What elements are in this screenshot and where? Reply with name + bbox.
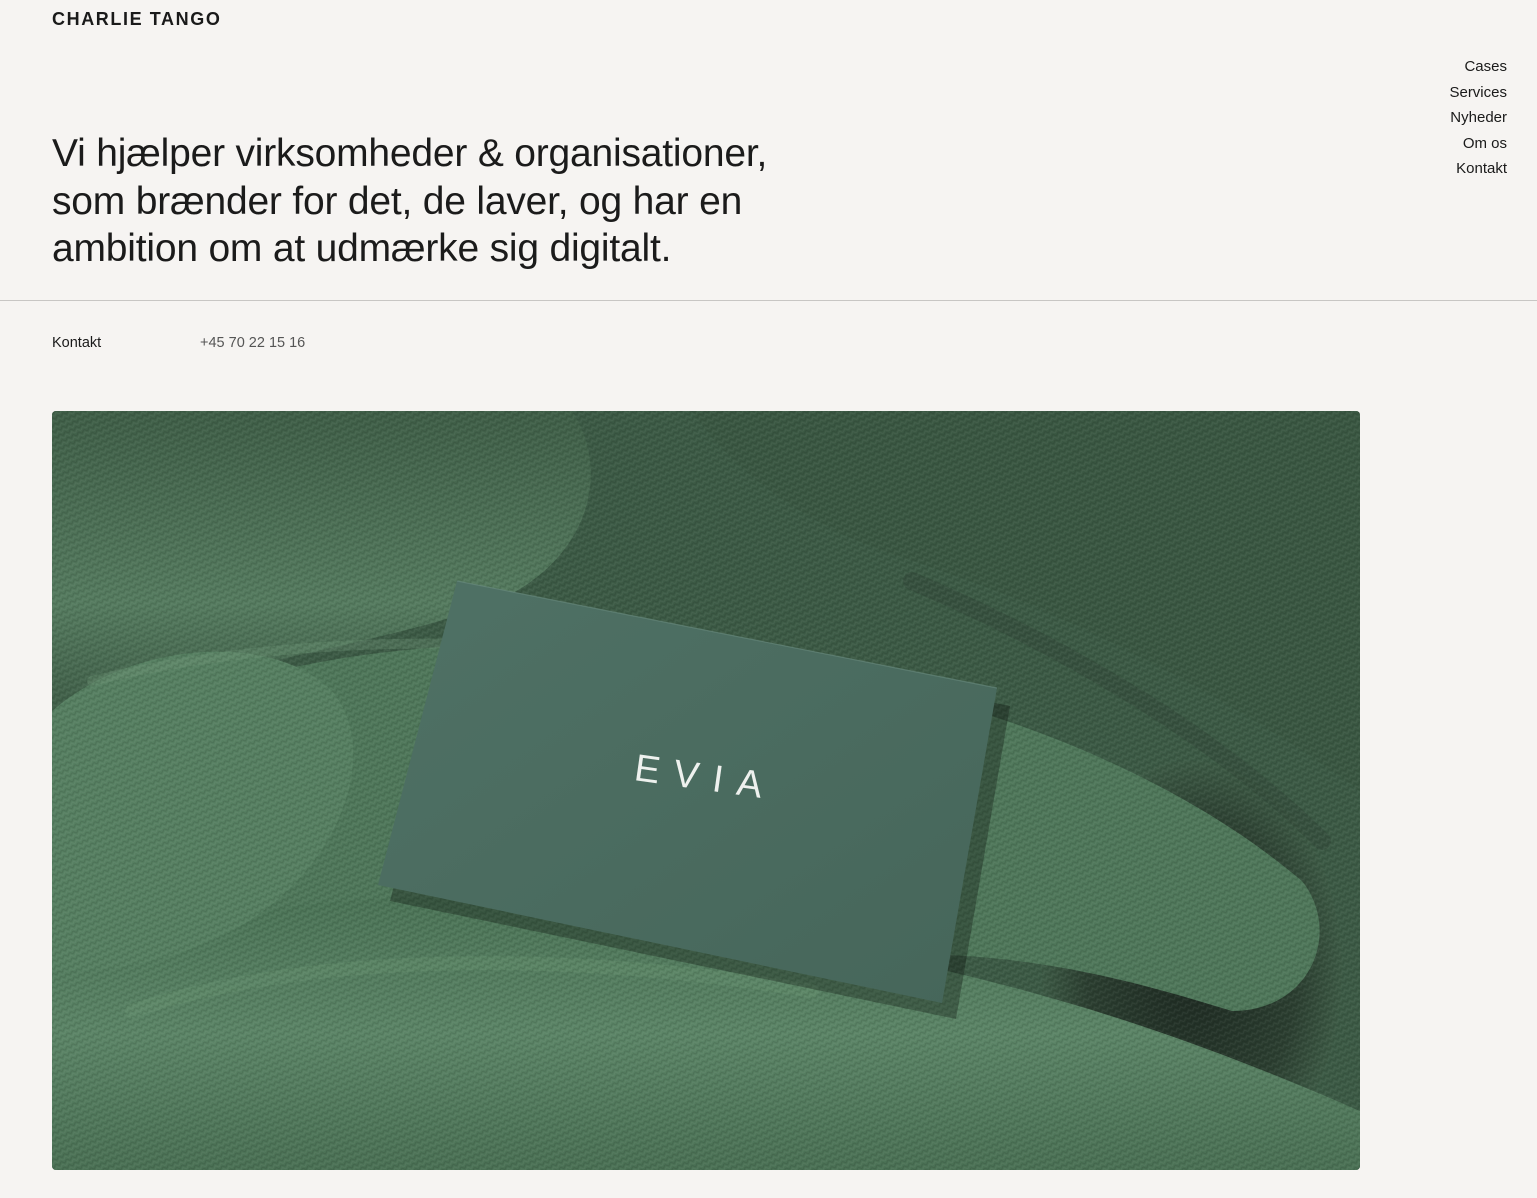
- featured-case-image[interactable]: EVIA: [52, 411, 1360, 1170]
- nav-item-services[interactable]: Services: [1449, 80, 1507, 106]
- nav-item-nyheder[interactable]: Nyheder: [1450, 105, 1507, 131]
- nav-item-om-os[interactable]: Om os: [1463, 131, 1507, 157]
- hero-headline: Vi hjælper virksomheder & organisationer…: [52, 132, 768, 270]
- site-logo[interactable]: CHARLIE TANGO: [52, 9, 221, 30]
- section-divider: [0, 300, 1537, 301]
- contact-phone-link[interactable]: +45 70 22 15 16: [200, 335, 305, 351]
- fabric-business-card-photo: [52, 411, 1360, 1170]
- nav-item-cases[interactable]: Cases: [1464, 54, 1507, 80]
- contact-label: Kontakt: [52, 335, 102, 351]
- nav-item-kontakt[interactable]: Kontakt: [1456, 156, 1507, 182]
- main-navigation: Cases Services Nyheder Om os Kontakt: [1449, 54, 1507, 182]
